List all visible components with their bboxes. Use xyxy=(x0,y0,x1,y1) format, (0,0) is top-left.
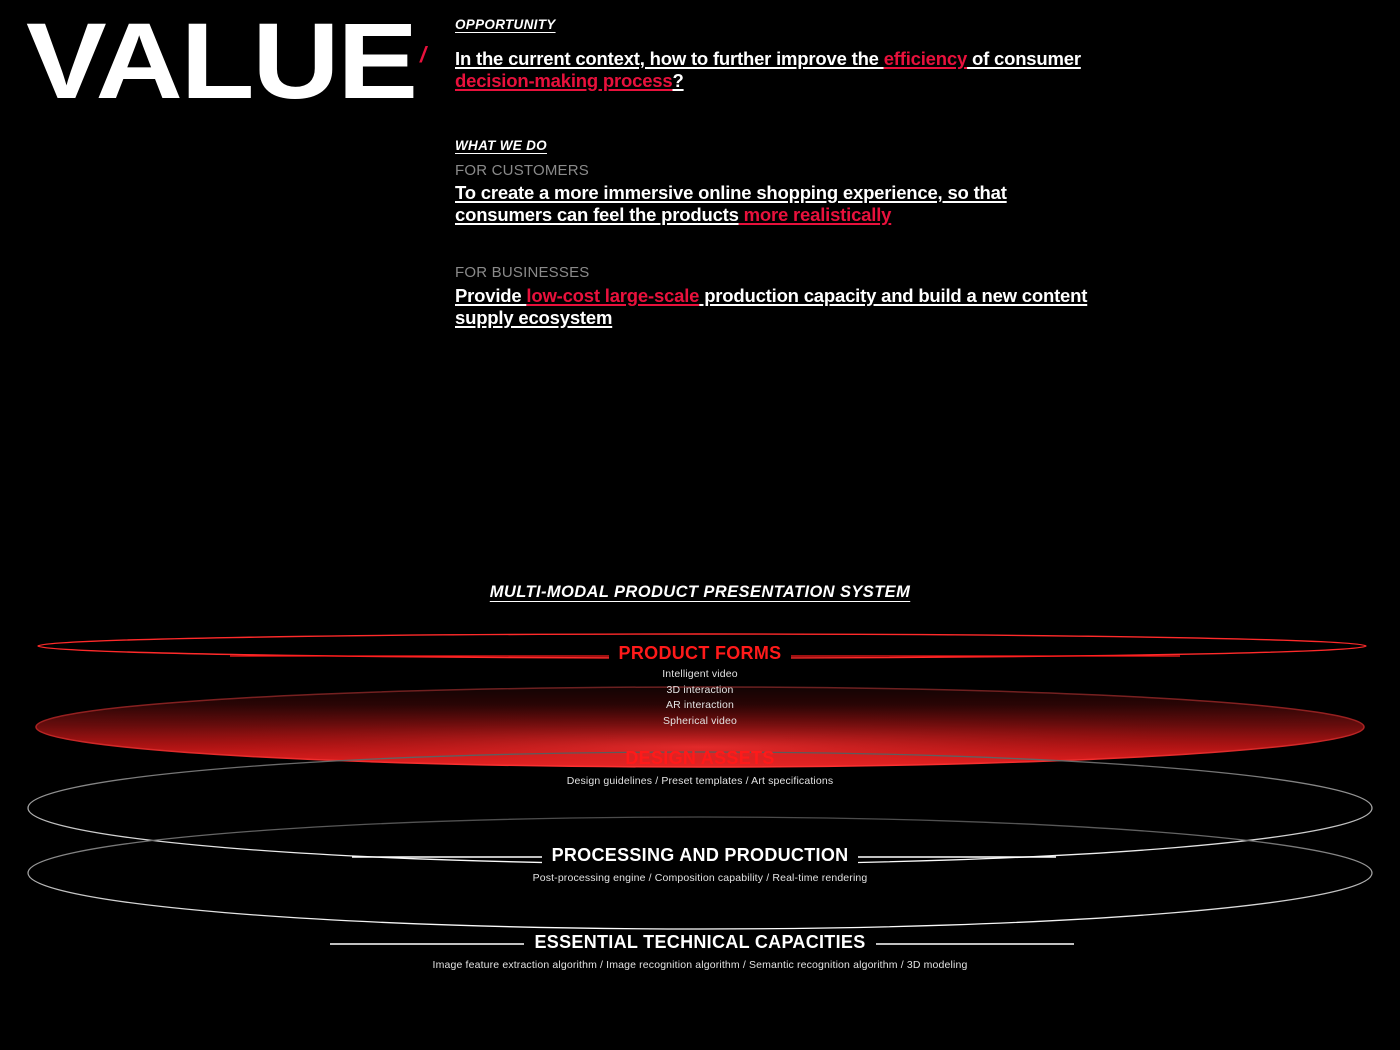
layer-processing-and-production: PROCESSING AND PRODUCTION Post-processin… xyxy=(0,845,1400,887)
layer-processing-items: Post-processing engine / Composition cap… xyxy=(532,872,868,884)
layer-product-forms-title-row: PRODUCT FORMS xyxy=(0,643,1400,664)
layer-essential-title: ESSENTIAL TECHNICAL CAPACITIES xyxy=(524,932,876,953)
layer-processing-title: PROCESSING AND PRODUCTION xyxy=(541,845,859,866)
layer-design-assets-items: Design guidelines / Preset templates / A… xyxy=(566,775,834,787)
layer-product-forms-title: PRODUCT FORMS xyxy=(608,643,792,664)
layer-design-assets: DESIGN ASSETS Design guidelines / Preset… xyxy=(0,748,1400,790)
layer-design-assets-title-row: DESIGN ASSETS xyxy=(0,748,1400,769)
multi-modal-system-diagram: MULTI-MODAL PRODUCT PRESENTATION SYSTEM xyxy=(0,0,1400,1050)
layer-product-forms-items: Intelligent video 3D interaction AR inte… xyxy=(0,667,1400,729)
layer-processing-title-row: PROCESSING AND PRODUCTION xyxy=(0,845,1400,866)
stacked-ellipses-graphic xyxy=(27,633,1373,945)
layer-essential-technical-capacities: ESSENTIAL TECHNICAL CAPACITIES Image fea… xyxy=(0,932,1400,974)
diagram-title: MULTI-MODAL PRODUCT PRESENTATION SYSTEM xyxy=(489,583,911,601)
layer-essential-items: Image feature extraction algorithm / Ima… xyxy=(432,959,968,971)
layer-item: 3D interaction xyxy=(666,683,734,696)
layer-item: Intelligent video xyxy=(662,668,738,680)
layer-item: AR interaction xyxy=(665,699,735,711)
layer-product-forms: PRODUCT FORMS Intelligent video 3D inter… xyxy=(0,643,1400,729)
layer-item: Spherical video xyxy=(662,714,738,727)
layer-design-assets-title: DESIGN ASSETS xyxy=(625,748,775,768)
layer-essential-title-row: ESSENTIAL TECHNICAL CAPACITIES xyxy=(0,932,1400,953)
